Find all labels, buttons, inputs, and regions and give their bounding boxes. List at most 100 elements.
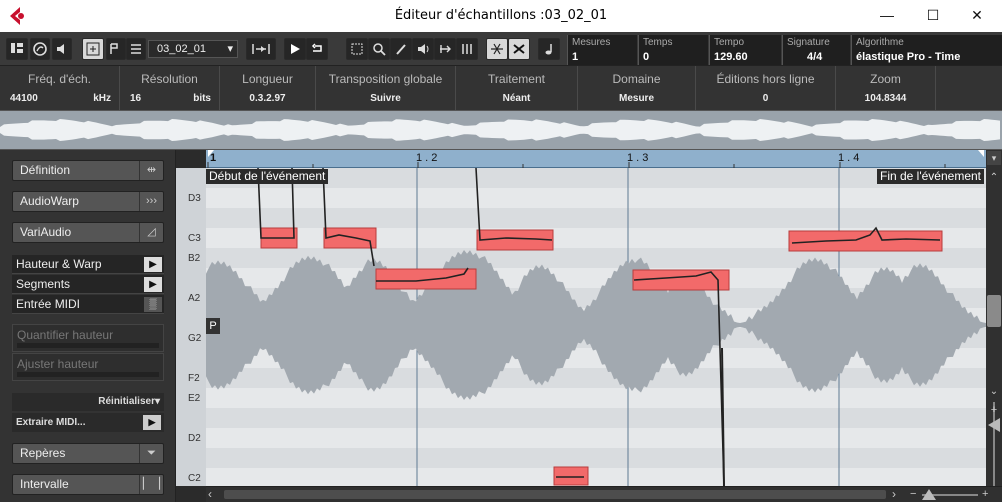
minimize-button[interactable]: —	[872, 4, 902, 26]
info-label: Transposition globale	[328, 72, 443, 86]
event-start-marker[interactable]: Début de l'événement	[206, 169, 329, 184]
pitch-keyboard[interactable]: D3 C3 B2 A2 G2 F2 E2 D2 C2	[176, 168, 206, 486]
quantize-pitch-control: Quantifier hauteur	[12, 324, 164, 352]
info-processing[interactable]: Traitement Néant	[456, 66, 578, 110]
auto-scroll-icon[interactable]	[508, 38, 530, 60]
waveform-and-segments-graphic	[206, 168, 986, 486]
extract-midi-button[interactable]: Extraire MIDI... ▶	[12, 413, 164, 432]
listen-icon[interactable]	[52, 38, 72, 60]
warp-tool-icon[interactable]	[434, 38, 456, 60]
mode-segments[interactable]: Segments ▶	[12, 275, 164, 294]
pitch-label: D3	[188, 193, 201, 204]
section-audiowarp[interactable]: AudioWarp ›››	[12, 191, 164, 212]
ruler-ticks-graphic	[207, 150, 984, 168]
close-button[interactable]: ✕	[962, 4, 992, 26]
waveform-overview[interactable]	[0, 110, 1002, 150]
show-inspector-icon[interactable]	[6, 38, 28, 60]
pitch-label: C3	[188, 233, 201, 244]
info-value: 0	[762, 93, 769, 104]
section-label: Repères	[20, 446, 66, 460]
signature-field[interactable]: Signature 4/4	[782, 35, 850, 65]
beats-field[interactable]: Temps 0	[638, 35, 708, 65]
event-select-value: 03_02_01	[157, 43, 206, 55]
play-region-icon[interactable]	[246, 38, 276, 60]
markers-icon: ⏷	[139, 444, 163, 463]
info-label: Domaine	[612, 72, 661, 86]
overview-waveform-graphic	[0, 119, 1000, 141]
loop-icon[interactable]	[306, 38, 328, 60]
reset-dropdown[interactable]: Réinitialiser▾	[12, 393, 164, 411]
event-end-marker[interactable]: Fin de l'événement	[876, 169, 984, 184]
horizontal-scrollbar[interactable]: ‹ › − +	[206, 486, 1002, 502]
variaudio-icon: ◿	[139, 223, 163, 242]
maximize-button[interactable]: ☐	[918, 4, 948, 26]
draw-icon[interactable]	[390, 38, 412, 60]
play-icon[interactable]	[284, 38, 306, 60]
bars-field[interactable]: Mesures 1	[567, 35, 637, 65]
hitpoint-icon[interactable]	[456, 38, 478, 60]
reset-label: Réinitialiser	[98, 396, 155, 407]
info-domain[interactable]: Domaine Mesure	[578, 66, 696, 110]
vertical-scroll-thumb[interactable]	[987, 295, 1001, 327]
horizontal-zoom-in-icon[interactable]: +	[982, 488, 992, 501]
scroll-down-icon[interactable]: ⌄	[988, 386, 1000, 398]
musical-mode-icon[interactable]	[538, 38, 560, 60]
info-zoom[interactable]: Zoom 104.8344	[836, 66, 936, 110]
tempo-field[interactable]: Tempo 129.60	[709, 35, 781, 65]
beats-value: 0	[643, 51, 650, 63]
info-label: Résolution	[141, 72, 198, 86]
info-sample-rate[interactable]: Fréq. d'éch. 44100 kHz	[0, 66, 120, 110]
info-global-transpose[interactable]: Transposition globale Suivre	[316, 66, 456, 110]
scroll-up-icon[interactable]: ⌃	[988, 172, 1000, 184]
straighten-pitch-bar	[17, 372, 159, 377]
scroll-left-icon[interactable]: ‹	[208, 488, 220, 501]
info-value: 104.8344	[864, 93, 907, 104]
range-select-icon[interactable]	[346, 38, 368, 60]
algorithm-field[interactable]: Algorithme élastique Pro - Time	[851, 35, 1002, 65]
info-length[interactable]: Longueur 0.3.2.97	[220, 66, 316, 110]
info-label: Zoom	[870, 72, 901, 86]
horizontal-zoom-out-icon[interactable]: −	[910, 488, 920, 501]
scroll-right-icon[interactable]: ›	[892, 488, 904, 501]
disabled-label: Quantifier hauteur	[17, 328, 114, 342]
section-label: Définition	[20, 163, 71, 177]
range-icon: ▏▕	[139, 475, 163, 494]
info-resolution[interactable]: Résolution 16 bits	[120, 66, 220, 110]
quantize-pitch-bar	[17, 343, 159, 348]
snap-zero-crossing-icon[interactable]	[486, 38, 508, 60]
zoom-in-icon[interactable]: +	[988, 404, 1000, 416]
auto-select-icon[interactable]	[82, 38, 104, 60]
section-markers[interactable]: Repères ⏷	[12, 443, 164, 464]
play-tool-icon[interactable]	[412, 38, 434, 60]
p-tag: P	[206, 318, 220, 334]
event-list-icon[interactable]	[126, 38, 146, 60]
mode-midi-input[interactable]: Entrée MIDI ▒	[12, 295, 164, 314]
chevron-down-icon: ▾	[227, 43, 233, 55]
event-select-dropdown[interactable]: 03_02_01 ▾	[148, 40, 238, 58]
info-offline-edits[interactable]: Éditions hors ligne 0	[696, 66, 836, 110]
section-label: Intervalle	[20, 477, 69, 491]
info-value: 0.3.2.97	[249, 93, 286, 104]
section-definition[interactable]: Définition ⇹	[12, 160, 164, 181]
pointer-icon: ▶	[144, 277, 162, 292]
tempo-value: 129.60	[714, 51, 748, 63]
pitch-label: B2	[188, 253, 201, 264]
section-range[interactable]: Intervalle ▏▕	[12, 474, 164, 495]
solo-icon[interactable]	[30, 38, 50, 60]
vertical-scrollbar[interactable]: ▾ ⌃ ⌄ + −	[986, 150, 1002, 502]
snap-mode-icon[interactable]	[106, 38, 126, 60]
info-value: Néant	[502, 93, 531, 104]
window-title: Éditeur d'échantillons :03_02_01	[394, 8, 608, 23]
zoom-icon[interactable]	[368, 38, 390, 60]
definition-icon: ⇹	[139, 161, 163, 180]
scroll-menu-icon[interactable]: ▾	[987, 151, 1001, 165]
info-label: Traitement	[488, 72, 545, 86]
ruler[interactable]: 1 1 . 2 1 . 3 1 . 4	[206, 150, 986, 168]
pitch-label: F2	[188, 373, 200, 384]
section-variaudio[interactable]: VariAudio ◿	[12, 222, 164, 243]
mode-pitch-warp[interactable]: Hauteur & Warp ▶	[12, 255, 164, 274]
variaudio-editor-canvas[interactable]: Début de l'événement Fin de l'événement …	[206, 168, 986, 486]
pointer-icon: ▶	[144, 257, 162, 272]
horizontal-scroll-thumb[interactable]	[224, 490, 886, 499]
info-value: Suivre	[370, 93, 401, 104]
